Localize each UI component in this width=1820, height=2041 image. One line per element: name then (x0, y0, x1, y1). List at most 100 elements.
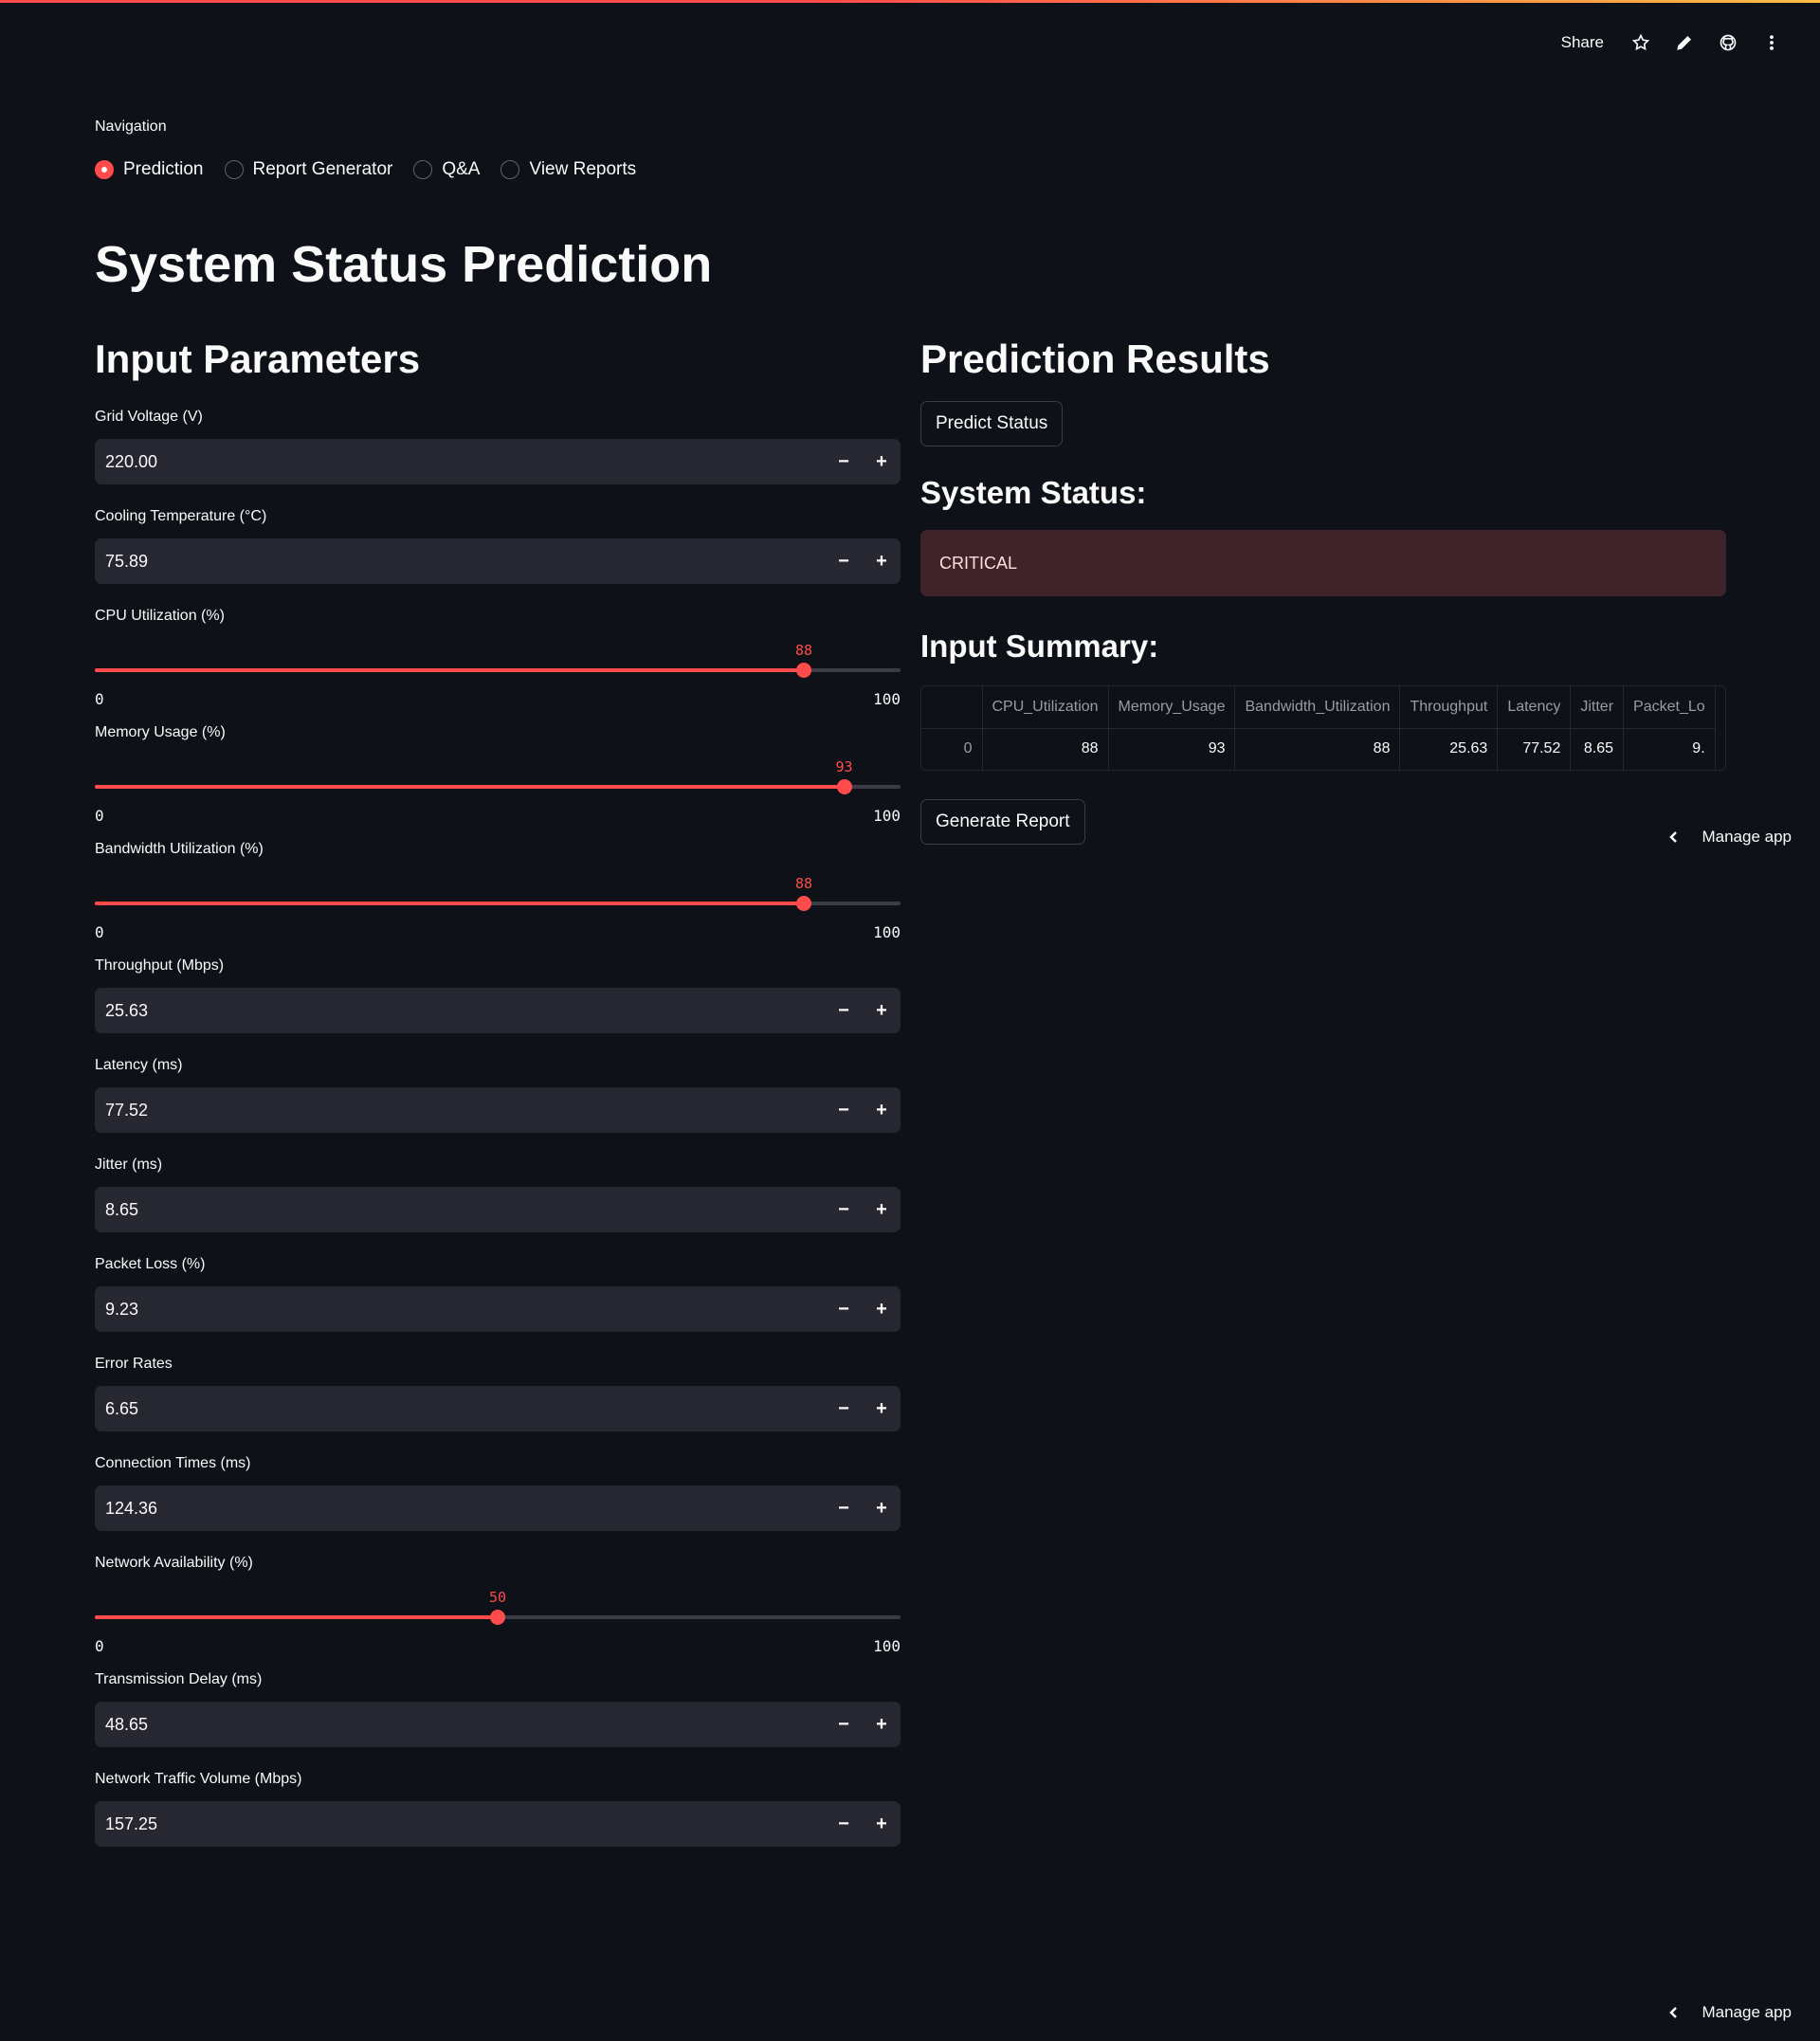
bandwidth-utilization-slider[interactable]: 88 0 100 (95, 860, 901, 945)
decrement-button[interactable]: − (825, 1187, 863, 1232)
slider-fill (95, 902, 804, 905)
chevron-left-icon (1669, 831, 1678, 843)
decrement-button[interactable]: − (825, 538, 863, 584)
table-header-cell[interactable]: Memory_Usage (1108, 686, 1236, 729)
table-header-row: CPU_Utilization Memory_Usage Bandwidth_U… (921, 686, 1716, 729)
transmission-delay-input[interactable]: 48.65 − + (95, 1702, 901, 1747)
input-parameters-heading: Input Parameters (95, 337, 421, 381)
manage-app-button-bottom[interactable]: Manage app (1667, 2003, 1792, 2022)
decrement-button[interactable]: − (825, 1702, 863, 1747)
radio-unselected-icon (413, 160, 433, 179)
number-value[interactable]: 8.65 (105, 1200, 825, 1220)
decrement-button[interactable]: − (825, 439, 863, 484)
table-header-cell[interactable]: CPU_Utilization (982, 686, 1109, 729)
throughput-input[interactable]: 25.63 − + (95, 988, 901, 1033)
increment-button[interactable]: + (863, 1702, 901, 1747)
decrement-button[interactable]: − (825, 1386, 863, 1431)
predict-status-button[interactable]: Predict Status (920, 401, 1064, 446)
increment-button[interactable]: + (863, 1801, 901, 1847)
slider-thumb[interactable] (796, 663, 811, 678)
grid-voltage-field: Grid Voltage (V) 220.00 − + (95, 409, 901, 508)
star-icon[interactable] (1630, 32, 1651, 53)
field-label: Grid Voltage (V) (95, 409, 203, 425)
input-summary-table[interactable]: CPU_Utilization Memory_Usage Bandwidth_U… (920, 685, 1726, 771)
cooling-temperature-input[interactable]: 75.89 − + (95, 538, 901, 584)
increment-button[interactable]: + (863, 1286, 901, 1332)
latency-input[interactable]: 77.52 − + (95, 1087, 901, 1133)
number-value[interactable]: 25.63 (105, 1001, 825, 1021)
slider-thumb[interactable] (836, 779, 852, 794)
table-header-cell[interactable]: Packet_Lo (1623, 686, 1716, 729)
table-header-cell[interactable]: Bandwidth_Utilization (1234, 686, 1401, 729)
navigation-radio-group: Prediction Report Generator Q&A View Rep… (95, 159, 636, 180)
cpu-utilization-slider[interactable]: 88 0 100 (95, 627, 901, 712)
number-value[interactable]: 48.65 (105, 1715, 825, 1735)
field-label: Transmission Delay (ms) (95, 1671, 263, 1687)
increment-button[interactable]: + (863, 1087, 901, 1133)
slider-thumb[interactable] (490, 1610, 505, 1625)
table-index-cell: 0 (921, 728, 983, 770)
table-header-cell[interactable] (921, 686, 983, 729)
page-title: System Status Prediction (95, 236, 713, 293)
decrement-button[interactable]: − (825, 1801, 863, 1847)
slider-fill (95, 1615, 498, 1619)
table-header-cell[interactable]: Throughput (1399, 686, 1499, 729)
network-availability-field: Network Availability (%) 50 0 100 (95, 1555, 901, 1671)
field-label: Connection Times (ms) (95, 1455, 251, 1471)
number-value[interactable]: 9.23 (105, 1300, 825, 1320)
manage-app-button[interactable]: Manage app (1667, 828, 1792, 847)
decrement-button[interactable]: − (825, 1087, 863, 1133)
chevron-left-icon (1669, 2007, 1678, 2018)
slider-thumb[interactable] (796, 896, 811, 911)
field-label: Network Availability (%) (95, 1555, 253, 1571)
nav-radio-view-reports[interactable]: View Reports (500, 159, 636, 180)
connection-times-field: Connection Times (ms) 124.36 − + (95, 1455, 901, 1555)
increment-button[interactable]: + (863, 1187, 901, 1232)
transmission-delay-field: Transmission Delay (ms) 48.65 − + (95, 1671, 901, 1771)
status-value: CRITICAL (939, 553, 1018, 573)
slider-current-value: 88 (794, 642, 813, 659)
error-rates-input[interactable]: 6.65 − + (95, 1386, 901, 1431)
increment-button[interactable]: + (863, 1485, 901, 1531)
increment-button[interactable]: + (863, 988, 901, 1033)
header-toolbar: Share (1561, 28, 1782, 57)
nav-radio-report-generator[interactable]: Report Generator (224, 159, 392, 180)
decrement-button[interactable]: − (825, 1485, 863, 1531)
number-value[interactable]: 77.52 (105, 1101, 825, 1121)
field-label: Error Rates (95, 1356, 173, 1372)
jitter-input[interactable]: 8.65 − + (95, 1187, 901, 1232)
nav-radio-qa[interactable]: Q&A (413, 159, 480, 180)
slider-max-label: 100 (873, 1637, 901, 1655)
number-value[interactable]: 220.00 (105, 452, 825, 472)
memory-usage-slider[interactable]: 93 0 100 (95, 743, 901, 829)
field-label: CPU Utilization (%) (95, 608, 225, 624)
connection-times-input[interactable]: 124.36 − + (95, 1485, 901, 1531)
number-value[interactable]: 124.36 (105, 1499, 825, 1519)
number-value[interactable]: 6.65 (105, 1399, 825, 1419)
table-header-cell[interactable]: Latency (1497, 686, 1572, 729)
number-value[interactable]: 157.25 (105, 1814, 825, 1834)
grid-voltage-input[interactable]: 220.00 − + (95, 439, 901, 484)
increment-button[interactable]: + (863, 1386, 901, 1431)
slider-max-label: 100 (873, 807, 901, 825)
github-icon[interactable] (1718, 32, 1738, 53)
packet-loss-input[interactable]: 9.23 − + (95, 1286, 901, 1332)
increment-button[interactable]: + (863, 538, 901, 584)
input-parameters-column: Input Parameters Grid Voltage (V) 220.00… (95, 337, 901, 1870)
nav-radio-prediction[interactable]: Prediction (95, 159, 204, 180)
table-header-cell[interactable]: Jitter (1570, 686, 1625, 729)
cpu-utilization-field: CPU Utilization (%) 88 0 100 (95, 608, 901, 724)
network-traffic-volume-input[interactable]: 157.25 − + (95, 1801, 901, 1847)
decrement-button[interactable]: − (825, 988, 863, 1033)
prediction-results-heading: Prediction Results (920, 337, 1270, 381)
nav-radio-label: View Reports (529, 159, 637, 179)
more-vertical-icon[interactable] (1761, 32, 1782, 53)
generate-report-button[interactable]: Generate Report (920, 799, 1085, 845)
network-availability-slider[interactable]: 50 0 100 (95, 1574, 901, 1659)
number-value[interactable]: 75.89 (105, 552, 825, 572)
decrement-button[interactable]: − (825, 1286, 863, 1332)
slider-current-value: 93 (835, 758, 853, 775)
pencil-icon[interactable] (1674, 32, 1695, 53)
increment-button[interactable]: + (863, 439, 901, 484)
share-button[interactable]: Share (1561, 33, 1604, 52)
